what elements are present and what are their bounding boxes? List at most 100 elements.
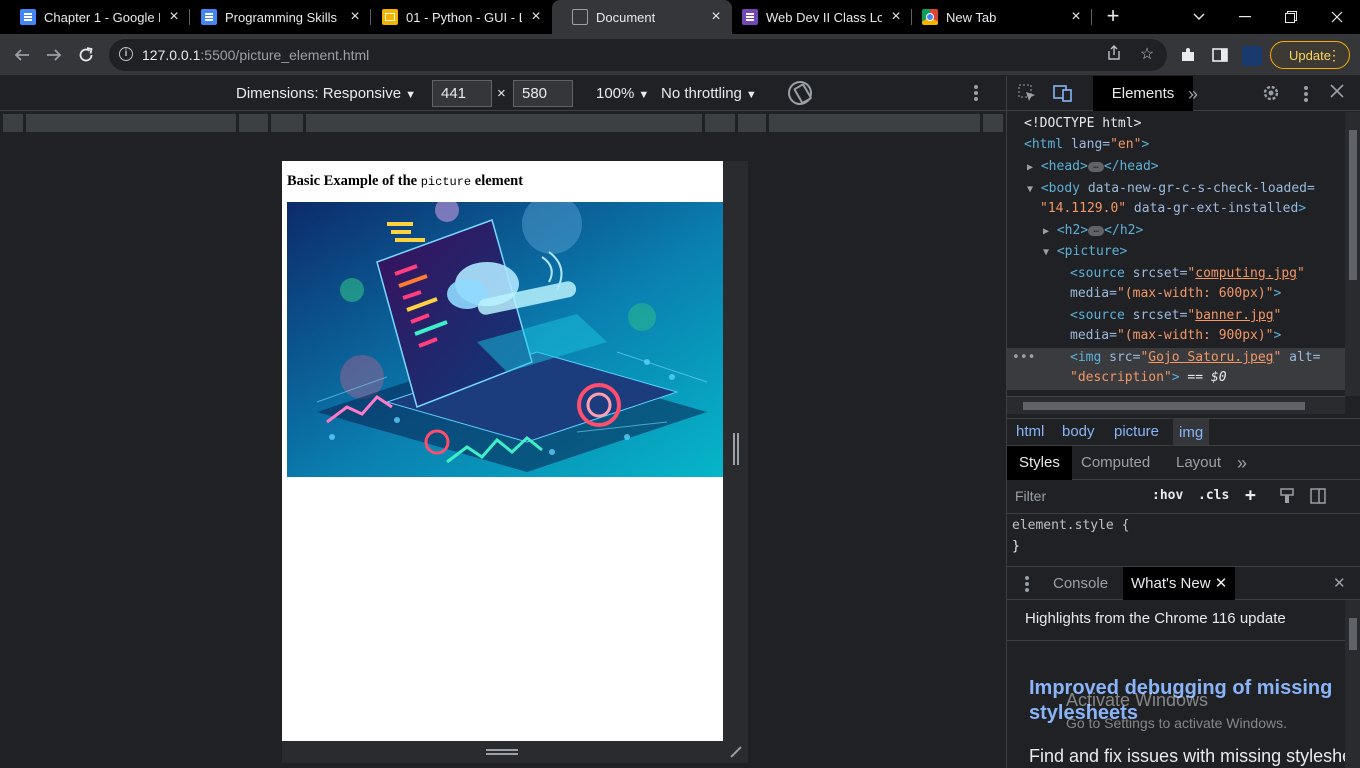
elements-horizontal-scrollbar[interactable] (1007, 396, 1345, 414)
dom-node-source-2[interactable]: <source srcset="banner.jpg" (1070, 306, 1281, 326)
tab-whats-new[interactable]: What's New ✕ (1123, 567, 1236, 600)
zoom-dropdown[interactable]: 100% ▼ (596, 85, 649, 102)
node-actions-icon[interactable]: ••• (1012, 348, 1035, 368)
back-button[interactable] (10, 43, 34, 67)
close-devtools-icon[interactable] (1327, 84, 1347, 104)
collapsed-ellipsis-icon[interactable]: … (1087, 161, 1104, 172)
dom-node-source-1-media[interactable]: media="(max-width: 600px)"> (1070, 284, 1281, 304)
styles-filter-input[interactable]: Filter (1009, 483, 1137, 509)
source-link[interactable]: computing.jpg (1195, 266, 1297, 281)
tab-new-tab[interactable]: New Tab × (902, 0, 1092, 34)
ruler-segment[interactable] (271, 114, 303, 132)
collapse-triangle-icon[interactable]: ▼ (1043, 247, 1049, 258)
img-src-link[interactable]: Gojo Satoru.jpeg (1148, 350, 1273, 365)
update-button[interactable]: Update ⋮ (1270, 41, 1350, 69)
expand-triangle-icon[interactable]: ▶ (1043, 226, 1049, 237)
tab-document[interactable]: Document × (552, 0, 732, 34)
dom-doctype[interactable]: <!DOCTYPE html> (1024, 114, 1141, 134)
elements-vertical-scrollbar[interactable] (1345, 112, 1360, 396)
scrollbar-thumb[interactable] (1349, 130, 1357, 280)
ruler-segment[interactable] (239, 114, 268, 132)
settings-gear-icon[interactable] (1261, 84, 1281, 104)
new-tab-button[interactable]: + (1101, 5, 1125, 29)
ruler-segment[interactable] (26, 114, 236, 132)
tab-elements[interactable]: Elements (1093, 76, 1193, 111)
tab-chapter-1[interactable]: Chapter 1 - Google Do × (0, 0, 190, 34)
url-text[interactable]: 127.0.0.1:5500/picture_element.html (142, 47, 369, 63)
bookmark-star-icon[interactable]: ☆ (1137, 45, 1157, 65)
breadcrumb-body[interactable]: body (1062, 423, 1095, 440)
dom-node-body[interactable]: ▼ <body data-new-gr-c-s-check-loaded= (1027, 179, 1315, 199)
tab-python-gui[interactable]: 01 - Python - GUI - Le × (362, 0, 552, 34)
scrollbar-thumb[interactable] (1349, 618, 1357, 650)
class-toggle[interactable]: .cls (1198, 488, 1229, 503)
ruler-segment[interactable] (705, 114, 735, 132)
share-icon[interactable] (1104, 45, 1124, 65)
dom-node-body-cont[interactable]: "14.1129.0" data-gr-ext-installed> (1040, 199, 1306, 219)
expand-triangle-icon[interactable]: ▶ (1027, 162, 1033, 173)
devtools-menu-icon[interactable] (1304, 92, 1308, 96)
dom-node-head[interactable]: ▶ <head>… </head> (1027, 157, 1159, 177)
tab-computed[interactable]: Computed (1081, 446, 1150, 480)
scrollbar-thumb[interactable] (1023, 402, 1305, 410)
tab-web-dev-class-log[interactable]: Web Dev II Class Log × (722, 0, 912, 34)
breadcrumb-html[interactable]: html (1016, 423, 1044, 440)
ruler-segment[interactable] (738, 114, 766, 132)
resize-handle-bottom[interactable] (282, 741, 723, 763)
resize-handle-right[interactable] (723, 161, 748, 741)
element-style-rule[interactable]: element.style { (1012, 516, 1129, 536)
site-info-icon[interactable]: i (119, 47, 133, 61)
source-link[interactable]: banner.jpg (1195, 308, 1273, 323)
rotate-icon[interactable] (783, 76, 817, 110)
device-toggle-icon[interactable] (1053, 84, 1073, 104)
ruler-segment[interactable] (983, 114, 1003, 132)
forward-button[interactable] (42, 43, 66, 67)
tab-console[interactable]: Console (1053, 567, 1108, 600)
close-window-button[interactable] (1314, 0, 1360, 34)
profile-avatar[interactable] (1242, 46, 1262, 66)
side-panel-button[interactable] (1208, 43, 1232, 67)
dom-node-source-2-media[interactable]: media="(max-width: 900px)"> (1070, 326, 1281, 346)
tab-programming-skills[interactable]: Programming Skills Po × (181, 0, 371, 34)
hover-state-toggle[interactable]: :hov (1152, 488, 1183, 503)
close-icon[interactable]: × (1068, 9, 1084, 25)
dom-node-picture[interactable]: ▼ <picture> (1043, 242, 1127, 262)
width-input[interactable]: 441 (432, 80, 492, 107)
device-more-options-icon[interactable] (974, 91, 978, 95)
inspect-element-icon[interactable] (1017, 84, 1037, 104)
breadcrumb-img[interactable]: img (1173, 419, 1210, 445)
extensions-button[interactable] (1176, 43, 1200, 67)
close-icon[interactable]: ✕ (1215, 575, 1228, 592)
address-bar[interactable]: i 127.0.0.1:5500/picture_element.html ☆ (109, 39, 1167, 71)
dom-node-html[interactable]: <html lang="en"> (1024, 135, 1149, 155)
computed-sidebar-icon[interactable] (1310, 488, 1326, 508)
new-style-rule-icon[interactable]: + (1245, 485, 1256, 506)
close-icon[interactable]: × (528, 9, 544, 25)
throttling-dropdown[interactable]: No throttling ▼ (661, 85, 757, 102)
ruler-segment[interactable] (769, 114, 980, 132)
close-icon[interactable]: × (347, 9, 363, 25)
more-tabs-icon[interactable]: » (1183, 84, 1203, 104)
reload-button[interactable] (74, 43, 98, 67)
breadcrumb-picture[interactable]: picture (1114, 423, 1159, 440)
resize-handle-corner[interactable] (723, 741, 748, 763)
collapse-triangle-icon[interactable]: ▼ (1027, 184, 1033, 195)
restore-button[interactable] (1268, 0, 1314, 34)
collapsed-ellipsis-icon[interactable]: … (1088, 225, 1105, 236)
paint-brush-icon[interactable] (1280, 488, 1294, 508)
tab-styles[interactable]: Styles (1007, 446, 1072, 480)
tab-search-button[interactable] (1176, 0, 1222, 34)
dom-node-img-alt[interactable]: "description"> == $0 (1070, 368, 1227, 388)
close-drawer-icon[interactable]: ✕ (1333, 567, 1346, 600)
tab-layout[interactable]: Layout (1176, 446, 1221, 480)
dom-node-img[interactable]: <img src="Gojo Satoru.jpeg" alt= (1070, 348, 1320, 368)
dom-node-h2[interactable]: ▶ <h2>… </h2> (1043, 221, 1143, 241)
whats-new-scrollbar[interactable] (1345, 600, 1360, 768)
minimize-button[interactable] (1222, 0, 1268, 34)
dimensions-dropdown[interactable]: Dimensions: Responsive ▼ (236, 85, 416, 102)
ruler-segment[interactable] (306, 114, 702, 132)
ruler-segment[interactable] (3, 114, 23, 132)
dom-node-source-1[interactable]: <source srcset="computing.jpg" (1070, 264, 1305, 284)
close-icon[interactable]: × (166, 9, 182, 25)
drawer-menu-icon[interactable] (1025, 582, 1029, 586)
